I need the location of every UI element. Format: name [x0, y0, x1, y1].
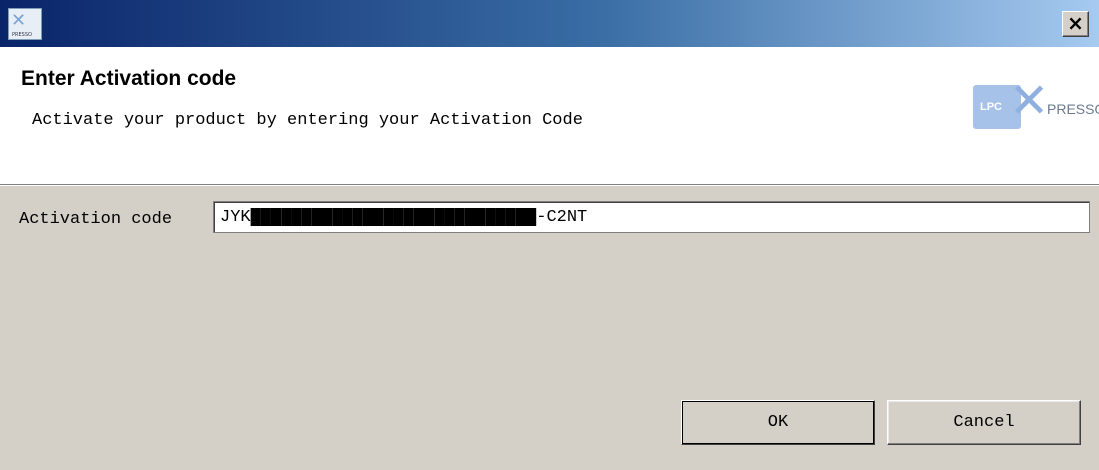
dialog-description: Activate your product by entering your A…	[32, 111, 583, 130]
app-icon-text: PRESSO	[12, 32, 32, 38]
activation-code-input[interactable]	[213, 201, 1090, 233]
app-icon: ✕ PRESSO	[8, 8, 42, 40]
x-logo-icon: ✕	[11, 10, 27, 31]
close-button[interactable]: ×	[1062, 11, 1089, 37]
logo-presso-text: PRESSO	[1047, 101, 1099, 117]
ok-button[interactable]: OK	[681, 400, 875, 445]
activation-code-label: Activation code	[19, 210, 173, 229]
cancel-button[interactable]: Cancel	[887, 400, 1081, 445]
logo-lpc-text: LPC	[980, 101, 1002, 113]
lpcxpresso-logo: LPC ✕ PRESSO	[973, 77, 1099, 143]
title-bar: ✕ PRESSO ×	[0, 0, 1099, 47]
logo-x-icon: ✕	[1009, 73, 1050, 129]
dialog-title: Enter Activation code	[21, 67, 237, 90]
dialog-header: Enter Activation code Activate your prod…	[0, 47, 1099, 184]
header-separator	[0, 184, 1099, 186]
close-icon: ×	[1067, 11, 1084, 35]
